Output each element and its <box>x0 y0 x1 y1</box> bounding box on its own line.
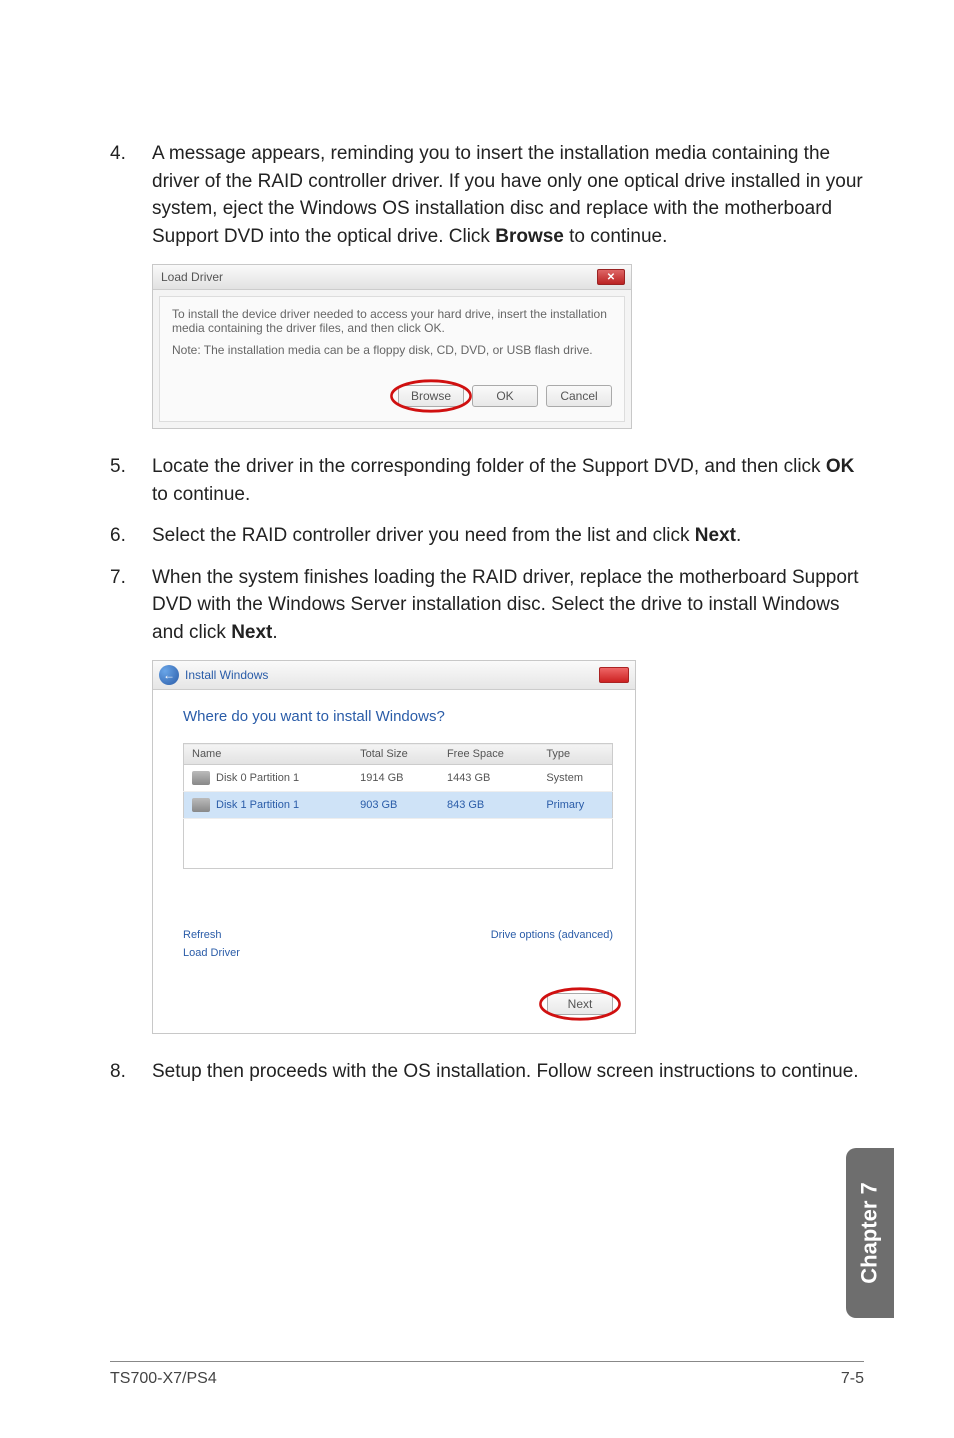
load-driver-link[interactable]: Load Driver <box>183 947 240 959</box>
step-8: 8. Setup then proceeds with the OS insta… <box>110 1058 864 1086</box>
load-driver-dialog: Load Driver ✕ To install the device driv… <box>152 264 632 429</box>
col-name[interactable]: Name <box>184 744 353 765</box>
dialog-body: To install the device driver needed to a… <box>159 296 625 422</box>
col-type[interactable]: Type <box>538 744 612 765</box>
step-4-text-b: to continue. <box>564 226 668 247</box>
step-6-bold: Next <box>695 525 736 546</box>
install-question: Where do you want to install Windows? <box>183 708 613 725</box>
row0-free: 1443 GB <box>439 765 538 792</box>
step-4-num: 4. <box>110 140 152 250</box>
row1-free: 843 GB <box>439 792 538 819</box>
disk-icon <box>192 771 210 785</box>
cancel-button[interactable]: Cancel <box>546 385 612 407</box>
disk-icon <box>192 798 210 812</box>
step-7: 7. When the system finishes loading the … <box>110 564 864 647</box>
chapter-label: Chapter 7 <box>857 1182 883 1283</box>
col-total[interactable]: Total Size <box>352 744 439 765</box>
browse-button[interactable]: Browse <box>398 385 464 407</box>
dialog-title: Load Driver <box>161 270 223 284</box>
next-highlight: Next <box>547 993 613 1015</box>
step-5-bold: OK <box>826 456 855 477</box>
step-4-bold: Browse <box>495 226 564 247</box>
next-button[interactable]: Next <box>547 993 613 1015</box>
dialog-note: Note: The installation media can be a fl… <box>172 343 612 357</box>
page-footer: TS700-X7/PS4 7-5 <box>110 1361 864 1388</box>
dialog-line1: To install the device driver needed to a… <box>172 307 612 335</box>
install-windows-dialog: ← Install Windows Where do you want to i… <box>152 660 636 1034</box>
table-row[interactable]: Disk 1 Partition 1 903 GB 843 GB Primary <box>184 792 613 819</box>
refresh-link[interactable]: Refresh <box>183 929 240 941</box>
row1-total: 903 GB <box>352 792 439 819</box>
step-6-num: 6. <box>110 522 152 550</box>
row0-name: Disk 0 Partition 1 <box>216 772 299 784</box>
row0-total: 1914 GB <box>352 765 439 792</box>
dialog2-links: Refresh Load Driver Drive options (advan… <box>183 929 613 965</box>
step-7-body: When the system finishes loading the RAI… <box>152 564 864 647</box>
step-7-num: 7. <box>110 564 152 647</box>
step-4: 4. A message appears, reminding you to i… <box>110 140 864 250</box>
step-6: 6. Select the RAID controller driver you… <box>110 522 864 550</box>
step-8-body: Setup then proceeds with the OS installa… <box>152 1058 864 1086</box>
step-5-num: 5. <box>110 453 152 508</box>
chapter-tab: Chapter 7 <box>846 1148 894 1318</box>
dialog2-title: Install Windows <box>185 668 268 682</box>
table-row[interactable]: Disk 0 Partition 1 1914 GB 1443 GB Syste… <box>184 765 613 792</box>
ok-button[interactable]: OK <box>472 385 538 407</box>
step-5-text-b: to continue. <box>152 484 250 505</box>
drive-options-link[interactable]: Drive options (advanced) <box>491 929 613 941</box>
browse-highlight: Browse <box>398 385 464 407</box>
footer-left: TS700-X7/PS4 <box>110 1370 217 1388</box>
step-5-text-a: Locate the driver in the corresponding f… <box>152 456 826 477</box>
back-icon[interactable]: ← <box>159 665 179 685</box>
step-4-body: A message appears, reminding you to inse… <box>152 140 864 250</box>
step-6-text-b: . <box>736 525 741 546</box>
close-icon[interactable]: ✕ <box>597 269 625 285</box>
footer-right: 7-5 <box>841 1370 864 1388</box>
step-5: 5. Locate the driver in the correspondin… <box>110 453 864 508</box>
step-7-text-b: . <box>272 622 277 643</box>
step-8-num: 8. <box>110 1058 152 1086</box>
dialog2-titlebar: ← Install Windows <box>153 661 635 690</box>
row0-type: System <box>538 765 612 792</box>
close-icon[interactable] <box>599 667 629 683</box>
step-5-body: Locate the driver in the corresponding f… <box>152 453 864 508</box>
step-6-body: Select the RAID controller driver you ne… <box>152 522 864 550</box>
col-free[interactable]: Free Space <box>439 744 538 765</box>
step-6-text-a: Select the RAID controller driver you ne… <box>152 525 695 546</box>
step-8-text-a: Setup then proceeds with the OS installa… <box>152 1061 859 1082</box>
dialog-titlebar: Load Driver ✕ <box>153 265 631 290</box>
row1-type: Primary <box>538 792 612 819</box>
disk-table: Name Total Size Free Space Type Disk 0 P… <box>183 743 613 869</box>
row1-name: Disk 1 Partition 1 <box>216 799 299 811</box>
step-7-bold: Next <box>231 622 272 643</box>
